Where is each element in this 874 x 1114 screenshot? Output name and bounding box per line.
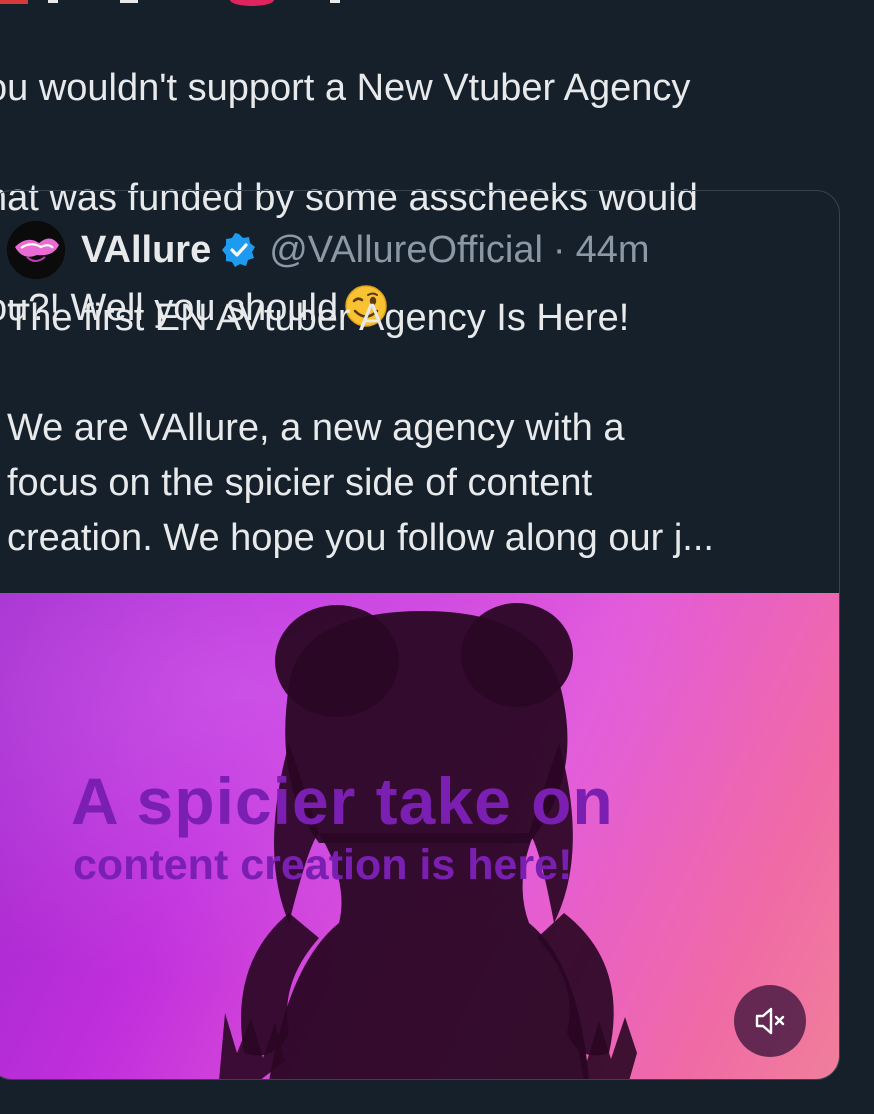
speaker-muted-icon — [755, 1007, 785, 1035]
user-handle[interactable]: @VAllureOfficial — [269, 229, 543, 272]
display-name[interactable]: VAllure — [81, 229, 211, 272]
video-subline-text: content creation is here! — [73, 841, 573, 889]
quote-line: We are VAllure, a new agency with a — [7, 407, 625, 449]
quote-paragraph: The first EN AVtuber Agency Is Here! — [7, 297, 630, 339]
video-thumbnail[interactable]: A spicier take on content creation is he… — [0, 593, 839, 1079]
vallure-logo-icon — [7, 221, 65, 279]
quote-line: creation. We hope you follow along our j… — [7, 517, 714, 559]
separator-dot: · — [552, 228, 566, 271]
mute-toggle-button[interactable] — [734, 985, 806, 1057]
quoted-tweet-card[interactable]: VAllure @VAllureOfficial · 44m The first… — [0, 190, 840, 1080]
verified-badge-icon[interactable] — [221, 232, 257, 268]
quoted-tweet-body: The first EN AVtuber Agency Is Here! We … — [7, 291, 827, 566]
video-headline-text: A spicier take on — [71, 764, 614, 838]
timestamp[interactable]: 44m — [576, 229, 650, 272]
timeline-viewport[interactable]: ou wouldn't support a New Vtuber Agency … — [0, 0, 874, 1114]
quote-line: focus on the spicier side of content — [7, 462, 593, 504]
avatar[interactable] — [7, 221, 65, 279]
tweet-line: ou wouldn't support a New Vtuber Agency — [0, 67, 691, 109]
quoted-tweet-header: VAllure @VAllureOfficial · 44m — [7, 221, 650, 279]
